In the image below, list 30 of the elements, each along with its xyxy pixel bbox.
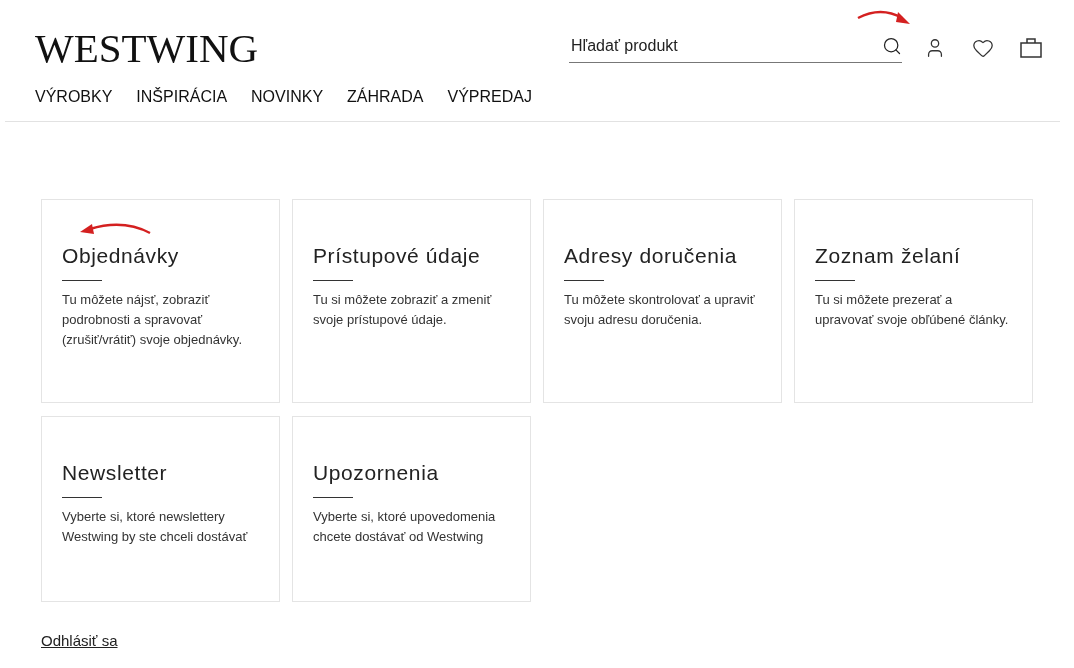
logout-link[interactable]: Odhlásiť sa [41,632,118,649]
card-title: Objednávky [62,244,179,268]
nav-link[interactable]: VÝPREDAJ [447,88,532,106]
card-title: Newsletter [62,461,168,485]
logo[interactable]: WESTWING [35,26,259,70]
card-title: Prístupové údaje [313,244,481,268]
card-description: Vyberte si, ktoré newslettery Westwing by ste chceli dostávať [62,508,249,546]
card-title: Upozornenia [313,461,439,485]
account-card[interactable]: Prístupové údaje Tu si môžete zobraziť a zmeniť svoje prístupové údaje. [292,199,531,403]
annotation-arrow-icon [78,221,152,237]
heart-icon[interactable] [972,37,994,59]
card-title: Zoznam želaní [815,244,961,268]
nav-link[interactable]: INŠPIRÁCIA [136,88,228,106]
account-card[interactable]: Adresy doručenia Tu môžete skontrolovať a upraviť svoju adresu doručenia. [543,199,782,403]
account-card[interactable]: Objednávky Tu môžete nájsť, zobraziť podrobnosti a spravovať (zrušiť/vrátiť) svoje objednávky. [41,199,280,403]
nav-link[interactable]: NOVINKY [251,88,324,106]
search-field[interactable]: Hľadať produkt [569,36,882,55]
account-card[interactable]: Newsletter Vyberte si, ktoré newslettery Westwing by ste chceli dostávať [41,416,280,602]
account-card[interactable]: Upozornenia Vyberte si, ktoré upovedomenia chcete dostávať od Westwing [292,416,531,602]
card-description: Tu si môžete prezerať a upravovať svoje obľúbené články. [815,291,1010,329]
nav-link[interactable]: ZÁHRADA [347,88,424,106]
card-title: Adresy doručenia [564,244,738,268]
card-description: Tu si môžete zobraziť a zmeniť svoje prístupové údaje. [313,291,493,329]
nav-link[interactable]: VÝROBKY [35,88,113,106]
card-description: Tu môžete skontrolovať a upraviť svoju adresu doručenia. [564,291,756,329]
card-description: Vyberte si, ktoré upovedomenia chcete dostávať od Westwing [313,508,497,546]
bag-icon[interactable] [1020,38,1042,58]
account-card[interactable]: Zoznam želaní Tu si môžete prezerať a upravovať svoje obľúbené články. [794,199,1033,403]
card-description: Tu môžete nájsť, zobraziť podrobnosti a spravovať (zrušiť/vrátiť) svoje objednávky. [62,291,243,349]
search-icon[interactable] [882,35,902,56]
